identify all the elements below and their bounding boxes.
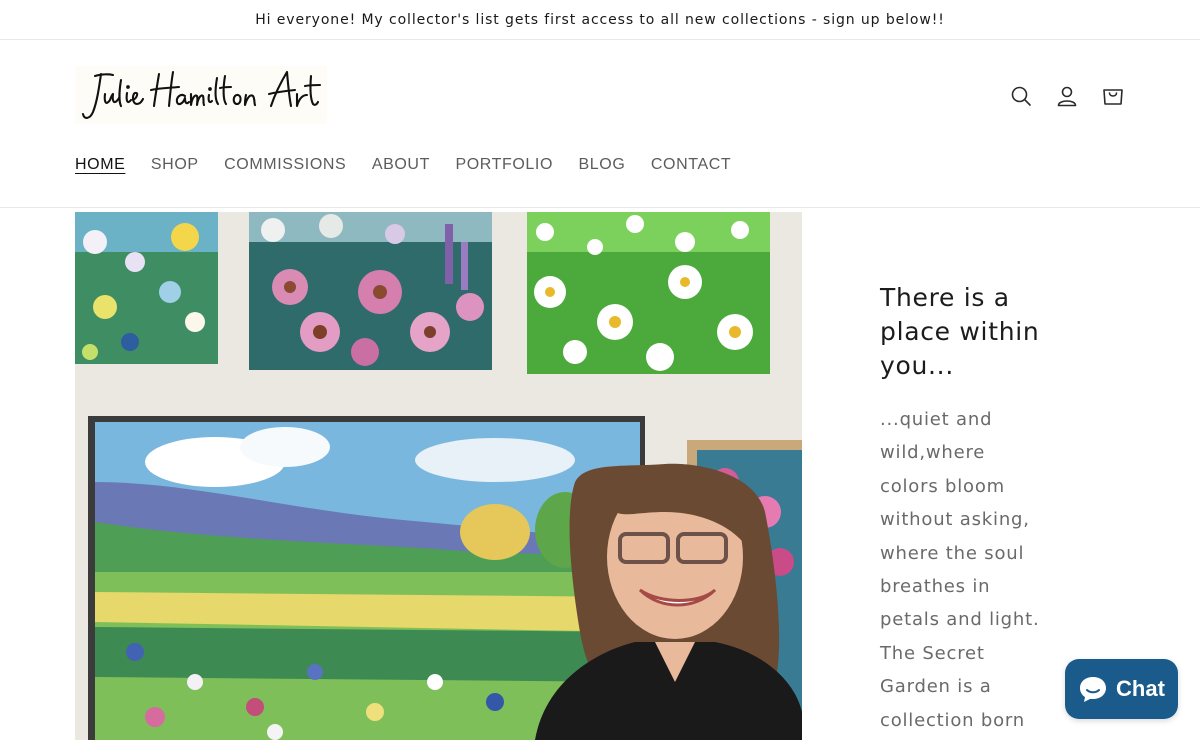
nav-portfolio[interactable]: PORTFOLIO [455,154,553,176]
painting-top-left [75,212,218,364]
nav-about[interactable]: ABOUT [372,154,430,176]
site-logo[interactable] [75,66,327,124]
search-button[interactable] [998,80,1044,112]
nav-home[interactable]: HOME [75,154,125,176]
announcement-bar: Hi everyone! My collector's list gets fi… [0,0,1200,40]
artist-with-paintings-photo [75,212,802,740]
cart-icon [1103,89,1123,105]
nav-shop[interactable]: SHOP [151,154,199,176]
nav-contact[interactable]: CONTACT [651,154,731,176]
chat-bubble-icon [1080,677,1107,702]
site-header: HOME SHOP COMMISSIONS ABOUT PORTFOLIO BL… [0,40,1200,208]
chat-button[interactable]: Chat [1065,659,1178,719]
logo-signature [81,70,322,119]
hero-heading: There is a place within you... [880,283,1040,380]
main-nav: HOME SHOP COMMISSIONS ABOUT PORTFOLIO BL… [75,154,757,176]
cart-button[interactable] [1090,80,1136,112]
hero-body-text: ...quiet and wild,where colors bloom wit… [880,409,1040,731]
painting-top-right [527,212,770,374]
search-icon [1011,86,1031,106]
header-icons [998,80,1136,112]
account-icon [1057,86,1077,107]
account-button[interactable] [1044,80,1090,112]
hero-image [75,212,802,740]
nav-commissions[interactable]: COMMISSIONS [224,154,346,176]
nav-blog[interactable]: BLOG [579,154,626,176]
painting-top-middle [249,212,492,370]
announcement-text: Hi everyone! My collector's list gets fi… [255,11,945,28]
hero-text-block: There is a place within you... ...quiet … [880,281,1070,740]
chat-label: Chat [1116,676,1165,701]
